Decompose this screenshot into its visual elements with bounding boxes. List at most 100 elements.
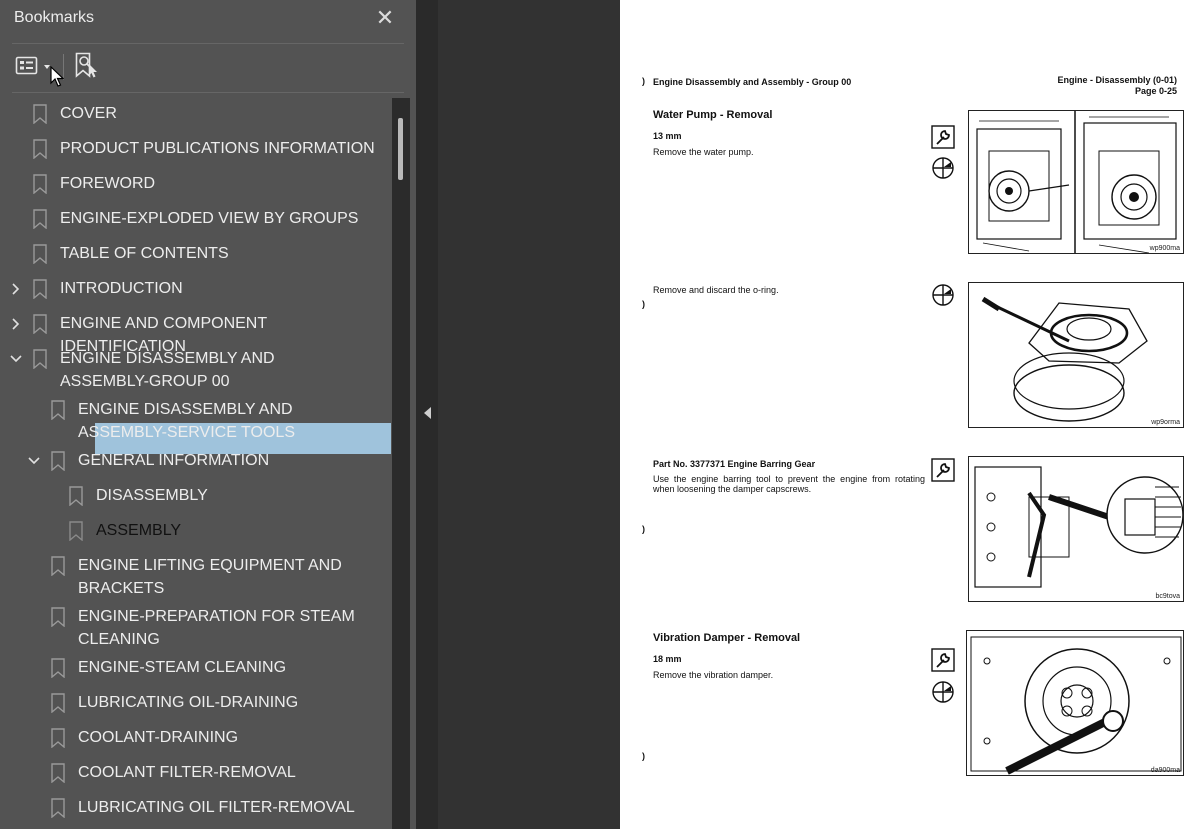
water-pump-drawing <box>969 111 1183 253</box>
chevron-down-icon[interactable] <box>9 352 23 366</box>
bookmark-label: DISASSEMBLY <box>96 487 208 504</box>
page-header-right-title: Engine - Disassembly (0-01) <box>1057 75 1177 85</box>
bookmark-options-button[interactable] <box>14 54 52 80</box>
bookmark-item[interactable]: ENGINE DISASSEMBLY AND ASSEMBLY-SERVICE … <box>0 398 390 444</box>
bookmark-item[interactable]: ENGINE DISASSEMBLY AND ASSEMBLY-GROUP 00 <box>0 347 390 393</box>
bookmark-icon <box>51 400 65 420</box>
bookmark-label: ENGINE-STEAM CLEANING <box>78 659 287 676</box>
bookmark-item[interactable]: PRODUCT PUBLICATIONS INFORMATION <box>0 137 390 165</box>
bookmark-options-icon <box>15 56 50 75</box>
find-current-bookmark-button[interactable] <box>72 50 102 80</box>
panel-title: Bookmarks <box>14 9 95 26</box>
page-number: Page 0-25 <box>1134 86 1177 96</box>
barring-gear-drawing <box>974 466 1183 588</box>
bookmark-icon <box>51 451 65 471</box>
bookmark-icon <box>51 693 65 713</box>
bookmark-tree: COVER PRODUCT PUBLICATIONS INFORMATION FOR… <box>0 98 392 829</box>
bookmark-label: ENGINE DISASSEMBLY AND ASSEMBLY-GROUP 00 <box>60 350 275 390</box>
wrench-icon <box>931 125 955 149</box>
figure-code: bc9tova <box>1155 593 1180 600</box>
bookmark-item[interactable]: TABLE OF CONTENTS <box>0 242 390 270</box>
vibration-damper-drawing <box>970 636 1182 775</box>
bookmark-icon <box>33 349 47 369</box>
bookmark-icon <box>51 728 65 748</box>
bookmark-item[interactable]: ENGINE AND COMPONENT IDENTIFICATION <box>0 312 390 355</box>
bookmark-icon <box>33 104 47 124</box>
bookmark-label: ENGINE LIFTING EQUIPMENT AND BRACKETS <box>78 557 342 597</box>
figure-barring-gear: bc9tova <box>968 456 1184 602</box>
pdf-viewer: Bookmarks ✕ COVER PRODUCT PUBLICATIONS I… <box>0 0 1200 829</box>
bookmark-icon <box>51 763 65 783</box>
bookmarks-scrollbar[interactable] <box>392 98 410 829</box>
collapse-panel-icon[interactable] <box>424 407 432 419</box>
bookmark-icon <box>33 314 47 334</box>
bookmark-icon <box>69 521 83 541</box>
bookmark-label: ENGINE-PREPARATION FOR STEAM CLEANING <box>78 608 355 648</box>
bookmark-icon <box>51 607 65 627</box>
bookmark-item[interactable]: ASSEMBLY <box>0 519 390 547</box>
bookmark-label: ENGINE DISASSEMBLY AND ASSEMBLY-SERVICE … <box>78 401 295 441</box>
bookmark-label: COOLANT-DRAINING <box>78 729 239 746</box>
bookmark-label: LUBRICATING OIL FILTER-REMOVAL <box>78 799 355 816</box>
chevron-right-icon[interactable] <box>9 317 23 331</box>
instruction-text: Use the engine barring tool to prevent t… <box>653 474 925 494</box>
chevron-down-icon[interactable] <box>27 454 41 468</box>
chevron-right-icon[interactable] <box>9 282 23 296</box>
bookmark-item[interactable]: GENERAL INFORMATION <box>0 449 390 477</box>
page-marker: ) <box>642 751 645 761</box>
page-marker: ) <box>642 76 645 86</box>
close-panel-button[interactable]: ✕ <box>372 6 398 32</box>
bookmark-label: FOREWORD <box>60 175 156 192</box>
bookmark-icon <box>33 174 47 194</box>
bookmark-label: ENGINE-EXPLODED VIEW BY GROUPS <box>60 210 359 227</box>
wrench-size: 13 mm <box>653 131 682 141</box>
page-marker: ) <box>642 524 645 534</box>
figure-code: da900ma <box>1150 767 1180 774</box>
bookmark-item[interactable]: ENGINE-EXPLODED VIEW BY GROUPS <box>0 207 390 235</box>
wrench-icon <box>931 648 955 672</box>
divider <box>12 92 404 93</box>
bookmark-item[interactable]: DISASSEMBLY <box>0 484 390 512</box>
figure-code: wp9orma <box>1151 419 1180 426</box>
instruction-text: Remove the water pump. <box>653 147 754 157</box>
scrollbar-thumb[interactable] <box>398 118 403 180</box>
find-current-bookmark-icon <box>75 52 97 78</box>
section-title: Water Pump - Removal <box>653 109 773 121</box>
bookmarks-panel: Bookmarks ✕ COVER PRODUCT PUBLICATIONS I… <box>0 0 416 829</box>
o-ring-drawing <box>981 296 1148 422</box>
bookmark-icon <box>33 209 47 229</box>
bookmark-item[interactable]: FOREWORD <box>0 172 390 200</box>
bookmark-label: PRODUCT PUBLICATIONS INFORMATION <box>60 140 375 157</box>
bookmark-item[interactable]: COVER <box>0 102 390 130</box>
page-marker: ) <box>642 299 645 309</box>
bookmark-icon <box>33 139 47 159</box>
bookmark-label: TABLE OF CONTENTS <box>60 245 229 262</box>
bookmark-item[interactable]: LUBRICATING OIL-DRAINING <box>0 691 390 719</box>
wrench-size: 18 mm <box>653 654 682 664</box>
bookmark-icon <box>51 658 65 678</box>
mouse-cursor-icon <box>50 66 64 87</box>
bookmark-label: ASSEMBLY <box>96 522 182 539</box>
bookmark-label: GENERAL INFORMATION <box>78 452 270 469</box>
remove-install-icon <box>932 681 954 703</box>
remove-install-icon <box>932 157 954 179</box>
bookmark-item[interactable]: ENGINE LIFTING EQUIPMENT AND BRACKETS <box>0 554 390 600</box>
bookmark-item[interactable]: ENGINE-STEAM CLEANING <box>0 656 390 684</box>
document-page: ) Engine Disassembly and Assembly - Grou… <box>620 0 1200 829</box>
bookmark-item[interactable]: ENGINE-PREPARATION FOR STEAM CLEANING <box>0 605 390 651</box>
bookmark-label: LUBRICATING OIL-DRAINING <box>78 694 299 711</box>
bookmark-icon <box>33 244 47 264</box>
page-header-left: Engine Disassembly and Assembly - Group … <box>653 77 852 87</box>
bookmark-item[interactable]: COOLANT FILTER-REMOVAL <box>0 761 390 789</box>
bookmark-label: COVER <box>60 105 117 122</box>
bookmark-icon <box>51 798 65 818</box>
bookmark-icon <box>51 556 65 576</box>
bookmark-icon <box>69 486 83 506</box>
figure-vibration-damper: da900ma <box>966 630 1184 776</box>
bookmark-item[interactable]: COOLANT-DRAINING <box>0 726 390 754</box>
wrench-icon <box>931 458 955 482</box>
figure-water-pump: wp900ma <box>968 110 1184 254</box>
bookmark-item[interactable]: INTRODUCTION <box>0 277 390 305</box>
bookmarks-header: Bookmarks ✕ <box>0 0 416 40</box>
bookmark-item[interactable]: LUBRICATING OIL FILTER-REMOVAL <box>0 796 390 824</box>
